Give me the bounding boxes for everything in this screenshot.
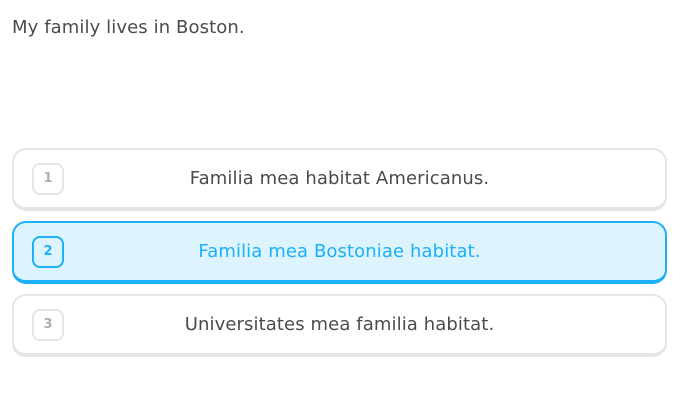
choice-number-badge: 1: [32, 162, 64, 195]
choice-label: Universitates mea familia habitat.: [184, 314, 495, 335]
choice-label: Familia mea Bostoniae habitat.: [198, 241, 481, 262]
choice-label: Familia mea habitat Americanus.: [189, 168, 490, 189]
choice-option-2[interactable]: 2 Familia mea Bostoniae habitat.: [12, 221, 667, 284]
choice-list: 1 Familia mea habitat Americanus. 2 Fami…: [12, 148, 667, 367]
exercise-page: My family lives in Boston. 1 Familia mea…: [0, 0, 690, 403]
choice-number-badge: 2: [32, 235, 64, 268]
prompt-text: My family lives in Boston.: [12, 17, 245, 38]
choice-option-3[interactable]: 3 Universitates mea familia habitat.: [12, 294, 667, 357]
choice-number-badge: 3: [32, 308, 64, 341]
choice-option-1[interactable]: 1 Familia mea habitat Americanus.: [12, 148, 667, 211]
